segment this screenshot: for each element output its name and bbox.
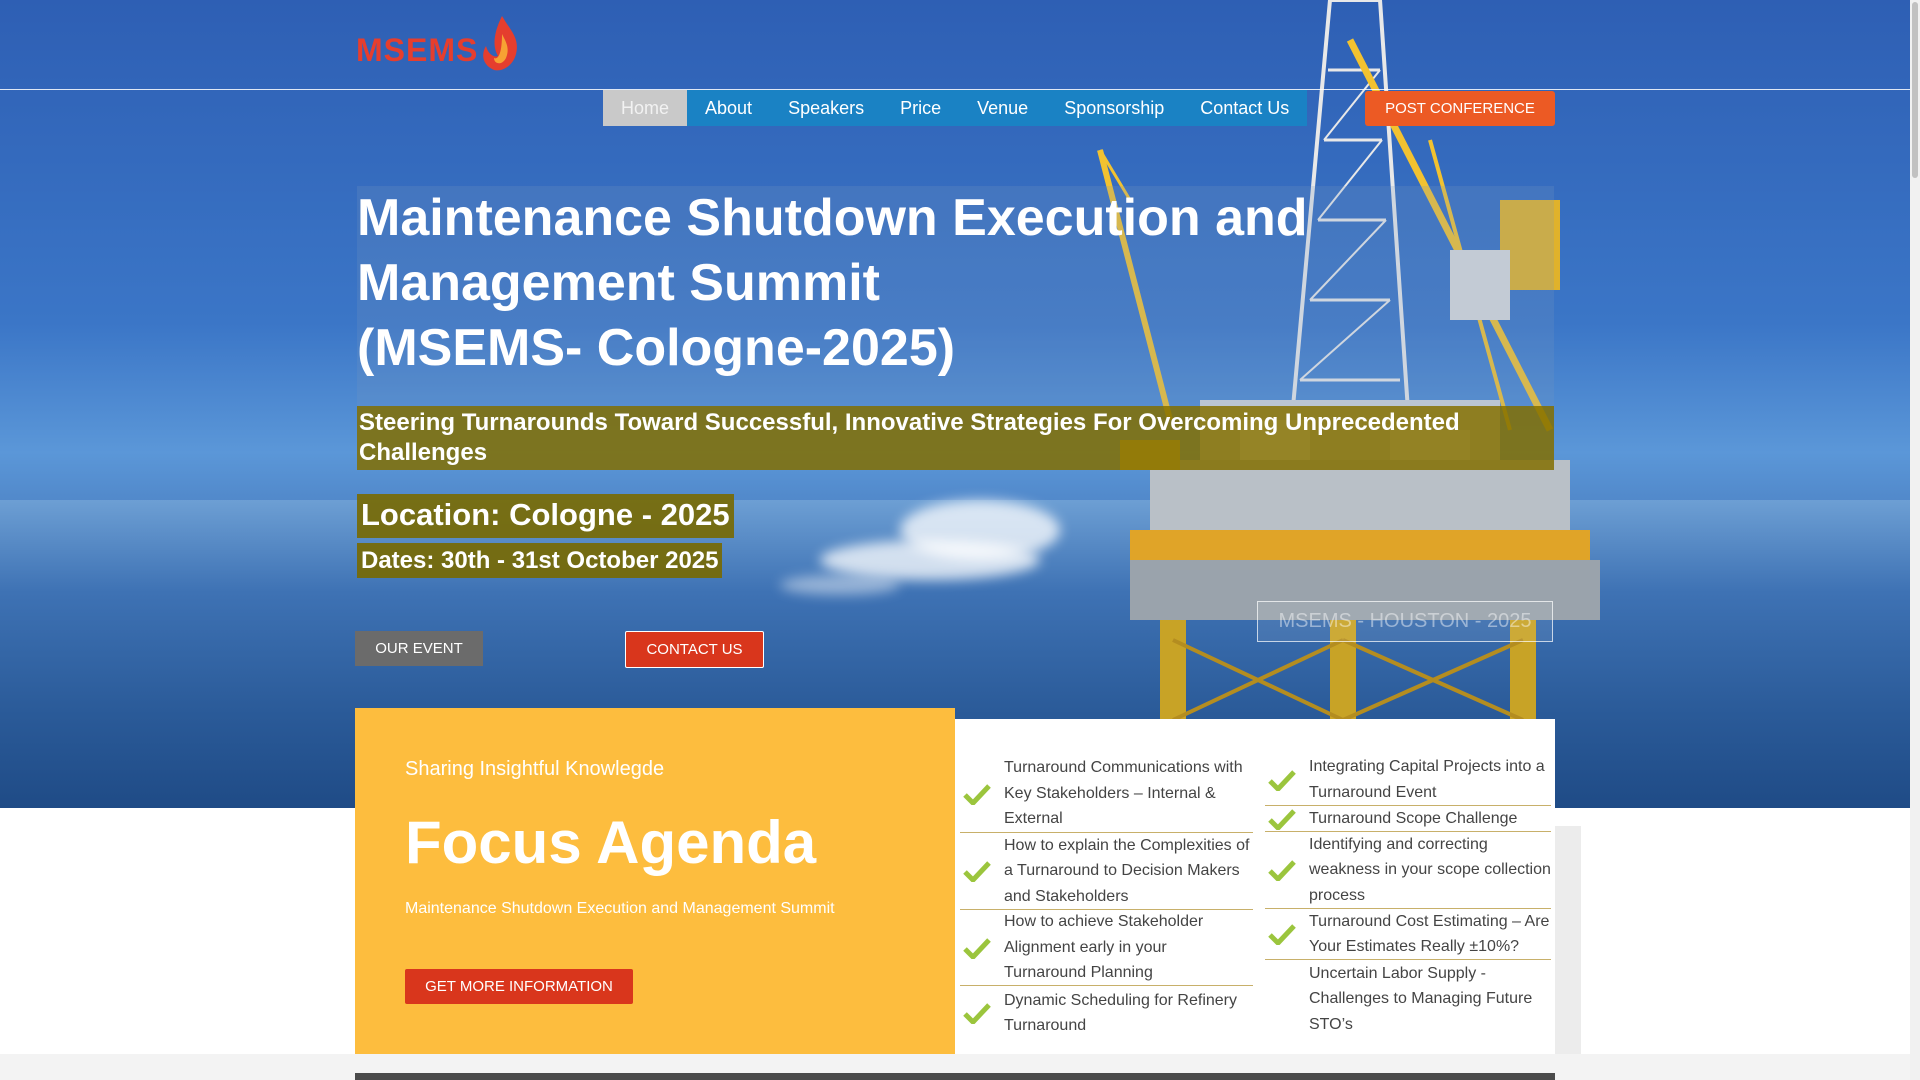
logo[interactable]: MSEMS — [356, 16, 520, 72]
title-line-3: (MSEMS- Cologne-2025) — [357, 319, 956, 377]
agenda-item-text: How to achieve Stakeholder Alignment ear… — [1004, 913, 1204, 982]
focus-kicker: Sharing Insightful Knowlegde — [405, 758, 665, 780]
check-icon — [960, 1002, 994, 1024]
check-icon — [960, 937, 994, 959]
nav-about[interactable]: About — [687, 90, 770, 126]
event-location: Location: Cologne - 2025 — [357, 494, 734, 538]
agenda-item-text: Dynamic Scheduling for Refinery Turnarou… — [1004, 991, 1237, 1035]
agenda-list: Turnaround Communications with Key Stake… — [955, 719, 1555, 1054]
check-icon — [960, 783, 994, 805]
event-dates: Dates: 30th - 31st October 2025 — [357, 543, 723, 578]
nav-sponsorship[interactable]: Sponsorship — [1046, 90, 1182, 126]
our-event-button[interactable]: OUR EVENT — [355, 631, 483, 666]
list-item: Uncertain Labor Supply - Challenges to M… — [1265, 960, 1551, 1038]
main-nav: Home About Speakers Price Venue Sponsors… — [603, 90, 1308, 126]
houston-event-button[interactable]: MSEMS - HOUSTON - 2025 — [1257, 601, 1553, 642]
check-icon — [1265, 923, 1299, 945]
agenda-item-text: Turnaround Communications with Key Stake… — [1004, 759, 1243, 828]
check-icon — [1265, 808, 1299, 830]
get-more-information-button[interactable]: GET MORE INFORMATION — [405, 969, 633, 1004]
scrollbar-thumb[interactable] — [1912, 2, 1918, 178]
list-item: Dynamic Scheduling for Refinery Turnarou… — [960, 986, 1253, 1040]
agenda-item-text: Turnaround Cost Estimating – Are Your Es… — [1309, 912, 1550, 956]
list-item: Turnaround Scope Challenge — [1265, 806, 1551, 832]
nav-contact-us[interactable]: Contact Us — [1182, 90, 1307, 126]
cloud — [820, 540, 1040, 580]
nav-price[interactable]: Price — [882, 90, 959, 126]
agenda-item-text: Integrating Capital Projects into a Turn… — [1309, 758, 1545, 801]
nav-speakers[interactable]: Speakers — [770, 90, 882, 126]
agenda-item-text: Identifying and correcting weakness in y… — [1309, 835, 1551, 904]
agenda-item-text: How to explain the Complexities of a Tur… — [1004, 836, 1250, 905]
list-item: Turnaround Cost Estimating – Are Your Es… — [1265, 909, 1551, 960]
nav-home[interactable]: Home — [603, 90, 688, 126]
list-item: Turnaround Communications with Key Stake… — [960, 755, 1253, 833]
check-icon — [960, 860, 994, 882]
page-title: Maintenance Shutdown Execution and Manag… — [357, 186, 1554, 381]
focus-agenda-panel: Sharing Insightful Knowlegde Focus Agend… — [355, 708, 955, 1054]
subtitle: Steering Turnarounds Toward Successful, … — [359, 409, 1460, 466]
page-scrollbar[interactable] — [1910, 0, 1920, 1080]
agenda-item-text: Turnaround Scope Challenge — [1309, 809, 1518, 827]
section-bar — [355, 1073, 1555, 1080]
nav-venue[interactable]: Venue — [959, 90, 1046, 126]
list-item: Identifying and correcting weakness in y… — [1265, 832, 1551, 909]
focus-description: Maintenance Shutdown Execution and Manag… — [405, 900, 835, 917]
title-line-1: Maintenance Shutdown Execution and — [357, 189, 1308, 247]
list-item: Integrating Capital Projects into a Turn… — [1265, 754, 1551, 806]
title-line-2: Management Summit — [357, 254, 880, 312]
check-icon — [1265, 769, 1299, 791]
list-item: How to achieve Stakeholder Alignment ear… — [960, 910, 1253, 986]
cloud — [780, 575, 900, 595]
logo-text: MSEMS — [356, 32, 479, 68]
check-icon — [1265, 859, 1299, 881]
flame-icon — [483, 16, 518, 71]
list-item: How to explain the Complexities of a Tur… — [960, 833, 1253, 910]
agenda-item-text: Uncertain Labor Supply - Challenges to M… — [1309, 964, 1533, 1033]
focus-heading: Focus Agenda — [405, 809, 817, 876]
post-conference-button[interactable]: POST CONFERENCE — [1365, 91, 1555, 126]
contact-us-button[interactable]: CONTACT US — [625, 631, 764, 668]
